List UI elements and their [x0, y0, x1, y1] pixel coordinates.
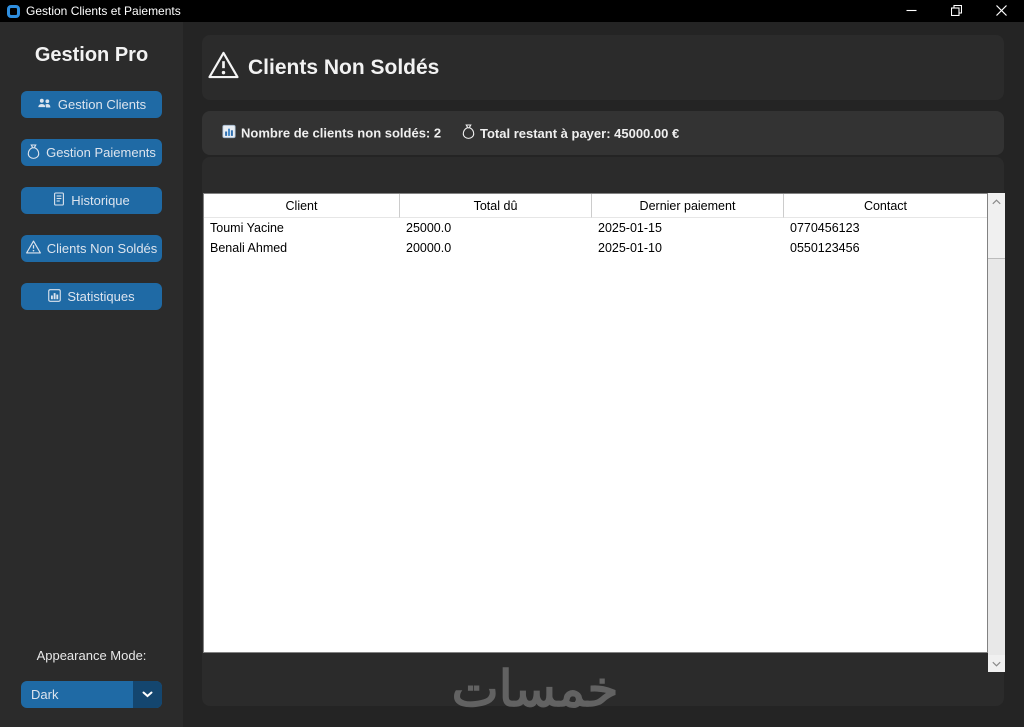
- sidebar-item-label: Clients Non Soldés: [46, 241, 158, 256]
- stat-clients-count: Nombre de clients non soldés: 2: [222, 124, 442, 142]
- titlebar: Gestion Clients et Paiements: [0, 0, 1024, 22]
- cell-dernier-paiement: 2025-01-15: [598, 221, 662, 235]
- sidebar-item-gestion-clients[interactable]: Gestion Clients: [21, 91, 162, 118]
- sidebar-item-statistiques[interactable]: Statistiques: [21, 283, 162, 310]
- table-header-row: Client Total dû Dernier paiement Contact: [204, 194, 987, 218]
- appearance-mode-label: Appearance Mode:: [36, 648, 147, 663]
- receipt-icon: [53, 192, 65, 209]
- clients-icon: [37, 97, 52, 112]
- chevron-down-icon: [133, 681, 162, 708]
- sidebar-item-label: Gestion Clients: [57, 97, 147, 112]
- table-row[interactable]: Toumi Yacine 25000.0 2025-01-15 07704561…: [204, 218, 987, 238]
- window-title: Gestion Clients et Paiements: [26, 4, 181, 18]
- clients-table: Client Total dû Dernier paiement Contact…: [203, 193, 988, 653]
- cell-total-du: 20000.0: [406, 241, 452, 255]
- scrollbar-thumb[interactable]: [988, 258, 1005, 655]
- table-panel: Client Total dû Dernier paiement Contact…: [202, 157, 1005, 706]
- appearance-mode-select[interactable]: Dark: [21, 681, 162, 708]
- stats-panel: Nombre de clients non soldés: 2 Total re…: [202, 111, 1004, 155]
- cell-contact: 0770456123: [790, 221, 860, 235]
- cell-client: Toumi Yacine: [210, 221, 284, 235]
- money-bag-icon: [462, 124, 475, 142]
- cell-client: Benali Ahmed: [210, 241, 288, 255]
- page-header-panel: Clients Non Soldés: [202, 35, 1004, 100]
- appearance-mode-value: Dark: [31, 687, 59, 702]
- scroll-down-icon[interactable]: [988, 655, 1005, 672]
- money-bag-icon: [27, 143, 40, 162]
- column-header-total-du[interactable]: Total dû: [400, 194, 592, 218]
- cell-total-du: 25000.0: [406, 221, 452, 235]
- minimize-icon: [906, 4, 917, 19]
- vertical-scrollbar[interactable]: [988, 193, 1005, 672]
- stat-total-restant: Total restant à payer: 45000.00 €: [462, 124, 679, 142]
- cell-contact: 0550123456: [790, 241, 860, 255]
- close-icon: [996, 4, 1007, 19]
- sidebar-item-label: Statistiques: [67, 289, 135, 304]
- stat-clients-count-text: Nombre de clients non soldés: 2: [241, 125, 442, 141]
- column-header-client[interactable]: Client: [204, 194, 400, 218]
- sidebar-item-gestion-paiements[interactable]: Gestion Paiements: [21, 139, 162, 166]
- scroll-up-icon[interactable]: [988, 193, 1005, 210]
- table-row[interactable]: Benali Ahmed 20000.0 2025-01-10 05501234…: [204, 238, 987, 258]
- page-title: Clients Non Soldés: [248, 55, 440, 79]
- maximize-restore-icon: [950, 4, 963, 19]
- column-header-dernier-paiement[interactable]: Dernier paiement: [592, 194, 784, 218]
- minimize-button[interactable]: [889, 0, 934, 22]
- sidebar-item-label: Historique: [71, 193, 130, 208]
- brand-title: Gestion Pro: [34, 44, 149, 66]
- column-header-contact[interactable]: Contact: [784, 194, 987, 218]
- warning-icon: [25, 240, 41, 257]
- window-controls: [889, 0, 1024, 22]
- app-logo-icon: [7, 4, 20, 18]
- close-button[interactable]: [979, 0, 1024, 22]
- bar-chart-icon: [222, 124, 236, 142]
- cell-dernier-paiement: 2025-01-10: [598, 241, 662, 255]
- sidebar-item-label: Gestion Paiements: [46, 145, 156, 160]
- bar-chart-icon: [48, 288, 62, 305]
- stat-total-restant-text: Total restant à payer: 45000.00 €: [480, 125, 680, 141]
- sidebar-item-clients-non-soldes[interactable]: Clients Non Soldés: [21, 235, 162, 262]
- maximize-restore-button[interactable]: [934, 0, 979, 22]
- sidebar-item-historique[interactable]: Historique: [21, 187, 162, 214]
- warning-icon: [208, 51, 239, 84]
- sidebar: Gestion Pro Gestion Clients Gestion Paie…: [0, 22, 183, 727]
